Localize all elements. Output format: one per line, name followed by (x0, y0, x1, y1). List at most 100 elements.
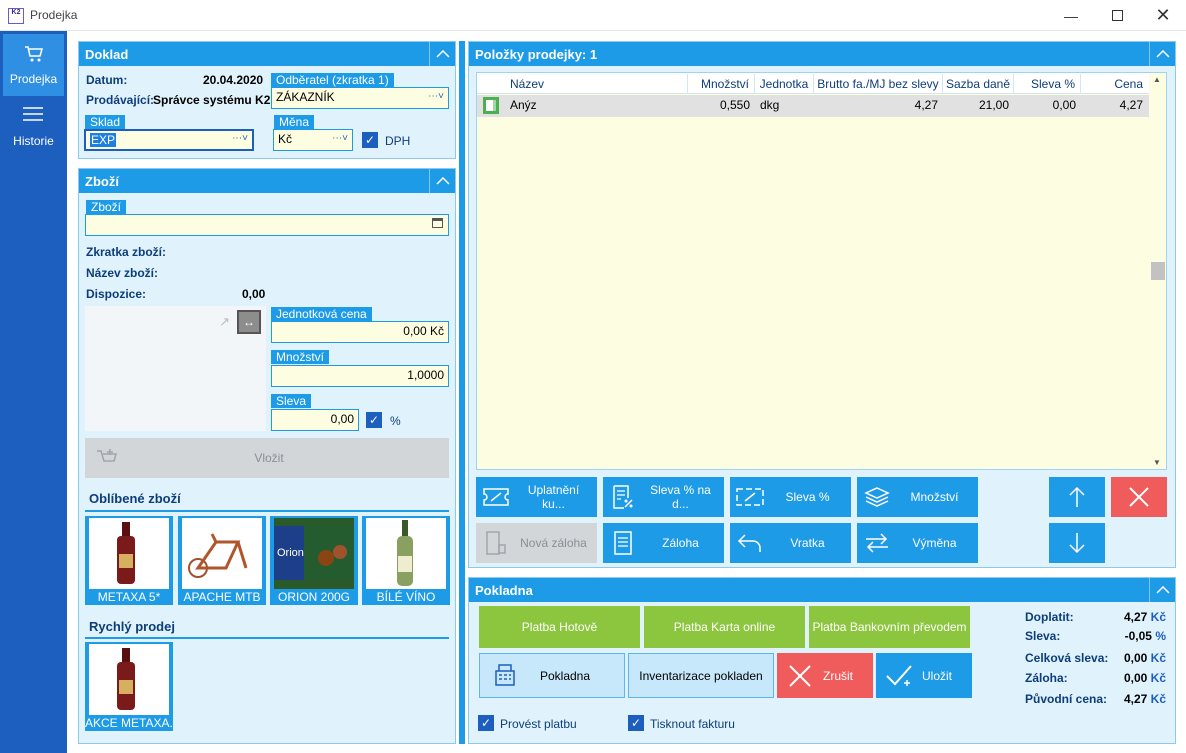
sleva-na-doklad-button[interactable]: Sleva % na d... (603, 477, 724, 517)
zaloha-button[interactable]: Záloha (603, 523, 724, 563)
pokladna-button[interactable]: Pokladna (479, 653, 625, 698)
col-header-jednotka[interactable]: Jednotka (755, 74, 814, 94)
col-header-mnozstvi[interactable]: Množství (688, 74, 755, 94)
summary-value: 0,00 Kč (1123, 671, 1166, 685)
sleva-button[interactable]: Sleva % (730, 477, 851, 517)
vratka-button[interactable]: Vratka (730, 523, 851, 563)
delete-item-button[interactable] (1111, 477, 1167, 517)
zkratka-label: Zkratka zboží: (86, 245, 167, 259)
cell-nazev: Anýz (510, 98, 537, 112)
menu-icon (23, 107, 43, 121)
mnozstvi-button[interactable]: Množství (857, 477, 978, 517)
nav-item-prodejka[interactable]: Prodejka (3, 34, 64, 96)
summary-label: Celková sleva: (1025, 651, 1109, 665)
minimize-icon[interactable]: — (1048, 0, 1094, 31)
jedn-cena-field[interactable]: 0,00 Kč (271, 321, 449, 343)
summary-label: Doplatit: (1025, 610, 1074, 624)
fav-item-orion[interactable]: Orion ORION 200G (270, 516, 358, 605)
sleva-field[interactable]: 0,00 (271, 409, 359, 431)
rychly-item-metaxa[interactable]: AKCE METAXA... (85, 642, 173, 731)
cell-mnozstvi: 0,550 (719, 98, 750, 112)
close-icon[interactable]: ✕ (1140, 0, 1186, 31)
col-header-nazev[interactable]: Název (504, 74, 688, 94)
inventarizace-button[interactable]: Inventarizace pokladen (628, 653, 774, 698)
vertical-scrollbar[interactable]: ▲ ▼ (1150, 73, 1166, 469)
close-x-icon (777, 664, 823, 688)
sklad-field[interactable]: EXP ⋯˅ (84, 129, 254, 151)
maximize-icon[interactable] (1094, 0, 1140, 31)
nav-item-historie[interactable]: Historie (3, 96, 64, 158)
platba-hotove-button[interactable]: Platba Hotově (479, 606, 640, 648)
platba-karta-button[interactable]: Platba Karta online (644, 606, 805, 648)
nazev-label: Název zboží: (86, 266, 159, 280)
items-grid (476, 72, 1167, 470)
window-title: Prodejka (30, 8, 78, 22)
zbozi-input[interactable] (85, 214, 449, 236)
fav-item-bile-vino[interactable]: BÍLÉ VÍNO (362, 516, 450, 605)
scrollbar-thumb[interactable] (1151, 262, 1165, 280)
collapse-chevron-up-icon[interactable] (1149, 42, 1175, 66)
provest-platbu-label: Provést platbu (500, 717, 577, 731)
collapse-chevron-up-icon[interactable] (1149, 578, 1175, 602)
jedn-cena-label: Jednotková cena (271, 307, 372, 321)
uplatneni-button[interactable]: Uplatnění ku... (476, 477, 597, 517)
cart-icon (25, 46, 43, 62)
provest-platbu-checkbox[interactable]: ✓ (478, 715, 494, 731)
arrow-down-icon (1069, 533, 1085, 554)
return-arrow-icon (730, 533, 770, 553)
document-percent-icon (603, 485, 643, 509)
sleva-label: Sleva (271, 394, 312, 408)
tisknout-fakturu-checkbox[interactable]: ✓ (628, 715, 644, 731)
tisknout-fakturu-label: Tisknout fakturu (650, 717, 735, 731)
resize-icon[interactable]: ↔ (237, 310, 261, 334)
fav-item-metaxa[interactable]: METAXA 5* (85, 516, 173, 605)
bottle-image (89, 518, 169, 589)
zrusit-button[interactable]: Zrušit (777, 653, 873, 698)
col-header-cena[interactable]: Cena (1081, 74, 1148, 94)
nova-zaloha-button[interactable]: Nová záloha (476, 523, 597, 563)
swap-arrows-icon (857, 532, 897, 554)
cell-cena: 4,27 (1119, 98, 1143, 112)
dropdown-chevron-icon[interactable]: ⋯˅ (232, 133, 248, 144)
col-header-sleva[interactable]: Sleva % (1014, 74, 1081, 94)
title-bar: K2 Prodejka — ✕ (0, 0, 1186, 31)
panel-header: Zboží (79, 169, 455, 193)
open-external-icon[interactable]: ↗ (219, 314, 230, 330)
lookup-icon[interactable] (432, 218, 443, 228)
arrow-up-icon (1069, 486, 1085, 507)
splitter-handle[interactable] (459, 41, 465, 744)
datum-value: 20.04.2020 (203, 73, 264, 87)
move-up-button[interactable] (1049, 477, 1105, 517)
dropdown-chevron-icon[interactable]: ⋯˅ (332, 133, 348, 144)
vlozit-button[interactable]: Vložit (85, 438, 449, 478)
move-down-button[interactable] (1049, 523, 1105, 563)
oblibene-title: Oblíbené zboží (89, 491, 181, 506)
wine-bottle-image (366, 518, 446, 589)
fav-item-apache[interactable]: APACHE MTB (178, 516, 266, 605)
dph-label: DPH (385, 134, 411, 148)
cell-jednotka: dkg (760, 98, 780, 112)
platba-prevod-button[interactable]: Platba Bankovním převodem (809, 606, 970, 648)
voucher-icon (476, 488, 516, 506)
collapse-chevron-up-icon[interactable] (429, 42, 455, 66)
divider (85, 637, 449, 639)
dropdown-chevron-icon[interactable]: ⋯˅ (428, 91, 444, 102)
panel-header: Doklad (79, 42, 455, 66)
dph-checkbox[interactable]: ✓ (362, 132, 378, 148)
sleva-pct-checkbox[interactable]: ✓ (366, 412, 382, 428)
cell-sleva: 0,00 (1052, 98, 1076, 112)
odberatel-field[interactable]: ZÁKAZNÍK ⋯˅ (271, 87, 449, 109)
ulozit-button[interactable]: Uložit (876, 653, 972, 698)
col-header-brutto[interactable]: Brutto fa./MJ bez slevy (814, 74, 943, 94)
svg-text:Orion: Orion (277, 547, 304, 559)
mnozstvi-label: Množství (271, 350, 330, 364)
collapse-chevron-up-icon[interactable] (429, 169, 455, 193)
bottle-image (89, 644, 169, 715)
summary-label: Záloha: (1025, 671, 1068, 685)
col-header-sazba[interactable]: Sazba daně (943, 74, 1014, 94)
mena-field[interactable]: Kč ⋯˅ (273, 129, 353, 151)
vymena-button[interactable]: Výměna (857, 523, 978, 563)
mnozstvi-field[interactable]: 1,0000 (271, 365, 449, 387)
nav-item-label: Historie (13, 134, 54, 148)
rychly-title: Rychlý prodej (89, 619, 175, 634)
